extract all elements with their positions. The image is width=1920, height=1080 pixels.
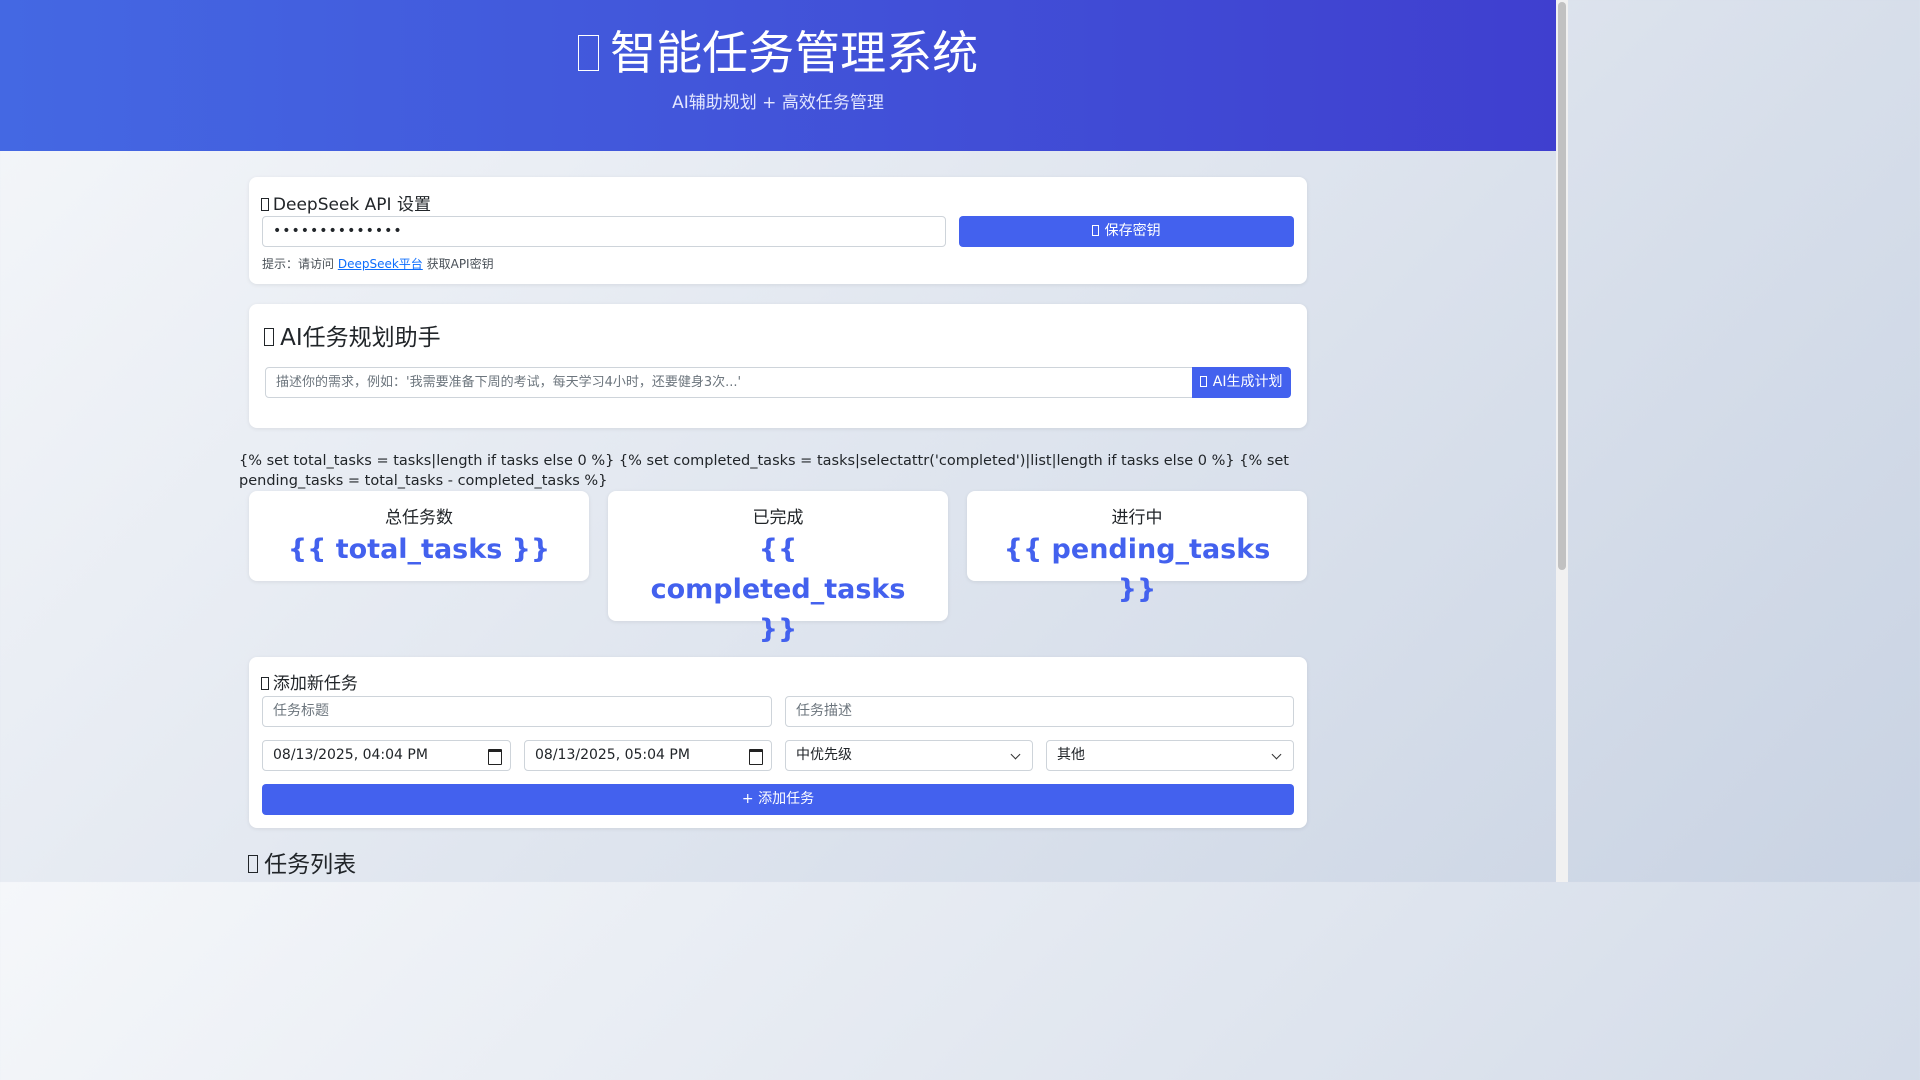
plus-circle-icon: [261, 676, 269, 690]
task-list-title-text: 任务列表: [264, 852, 357, 878]
stat-label-total: 总任务数: [385, 508, 453, 528]
robot-icon: [264, 328, 275, 347]
api-key-input[interactable]: ••••••••••••••: [262, 216, 946, 247]
api-hint-suffix: 获取API密钥: [422, 257, 494, 271]
stat-card-pending: 进行中 {{ pending_tasks }}: [967, 491, 1307, 605]
stat-value-total: {{ total_tasks }}: [287, 534, 551, 565]
list-icon: [248, 855, 259, 874]
stat-label-completed: 已完成: [752, 508, 804, 528]
page-scrollbar[interactable]: [1556, 0, 1568, 882]
task-list-title: 任务列表: [248, 845, 356, 879]
page-title-text: 智能任务管理系统: [610, 26, 979, 80]
ai-generate-button[interactable]: AI生成计划: [1192, 367, 1291, 398]
page-title: 智能任务管理系统: [0, 24, 1556, 82]
calendar-icon[interactable]: [488, 749, 502, 765]
ai-planner-card: AI任务规划助手 描述你的需求，例如：'我需要准备下周的考试，每天学习4小时，还…: [249, 304, 1307, 428]
task-description-input[interactable]: 任务描述: [785, 696, 1294, 727]
stat-value-completed: {{ completed_tasks }}: [650, 534, 906, 645]
scrollbar-thumb[interactable]: [1558, 2, 1566, 570]
category-select[interactable]: 其他: [1046, 740, 1294, 771]
stat-label-pending: 进行中: [1111, 508, 1163, 528]
end-time-value: 08/13/2025, 05:04 PM: [535, 747, 690, 763]
template-code-text: {% set total_tasks = tasks|length if tas…: [239, 453, 1289, 489]
page-subtitle: AI辅助规划 + 高效任务管理: [672, 93, 884, 113]
save-key-label: 保存密钥: [1104, 223, 1161, 239]
calendar-icon[interactable]: [749, 749, 763, 765]
api-settings-title: DeepSeek API 设置: [261, 190, 431, 215]
ai-planner-title-text: AI任务规划助手: [280, 325, 441, 351]
page-header: 智能任务管理系统 AI辅助规划 + 高效任务管理: [0, 0, 1556, 151]
app-logo-icon: [577, 35, 599, 72]
ai-planner-title: AI任务规划助手: [264, 318, 441, 352]
key-icon: [261, 197, 269, 211]
start-time-value: 08/13/2025, 04:04 PM: [273, 747, 428, 763]
add-task-title-text: 添加新任务: [272, 674, 358, 694]
save-icon: [1092, 224, 1099, 236]
save-key-button[interactable]: 保存密钥: [959, 216, 1294, 247]
start-time-input[interactable]: 08/13/2025, 04:04 PM: [262, 740, 511, 771]
api-hint-prefix: 提示：请访问: [262, 257, 338, 271]
ai-prompt-input[interactable]: 描述你的需求，例如：'我需要准备下周的考试，每天学习4小时，还要健身3次...': [265, 367, 1193, 398]
api-settings-card: DeepSeek API 设置 •••••••••••••• 保存密钥 提示：请…: [249, 177, 1307, 284]
add-task-title: 添加新任务: [261, 669, 358, 694]
stat-card-completed: 已完成 {{ completed_tasks }}: [608, 491, 948, 645]
api-settings-title-text: DeepSeek API 设置: [272, 195, 431, 215]
magic-icon: [1200, 375, 1207, 387]
end-time-input[interactable]: 08/13/2025, 05:04 PM: [524, 740, 772, 771]
ai-generate-label: AI生成计划: [1212, 374, 1283, 390]
task-title-input[interactable]: 任务标题: [262, 696, 772, 727]
deepseek-link[interactable]: DeepSeek平台: [338, 257, 423, 271]
add-task-button[interactable]: + 添加任务: [262, 784, 1294, 815]
add-task-card: 添加新任务 任务标题 任务描述 08/13/2025, 04:04 PM 08/…: [249, 657, 1307, 828]
api-hint: 提示：请访问 DeepSeek平台 获取API密钥: [262, 255, 494, 272]
stat-value-pending: {{ pending_tasks }}: [1003, 534, 1271, 605]
stat-card-total: 总任务数 {{ total_tasks }}: [249, 491, 589, 581]
priority-select[interactable]: 中优先级: [785, 740, 1033, 771]
